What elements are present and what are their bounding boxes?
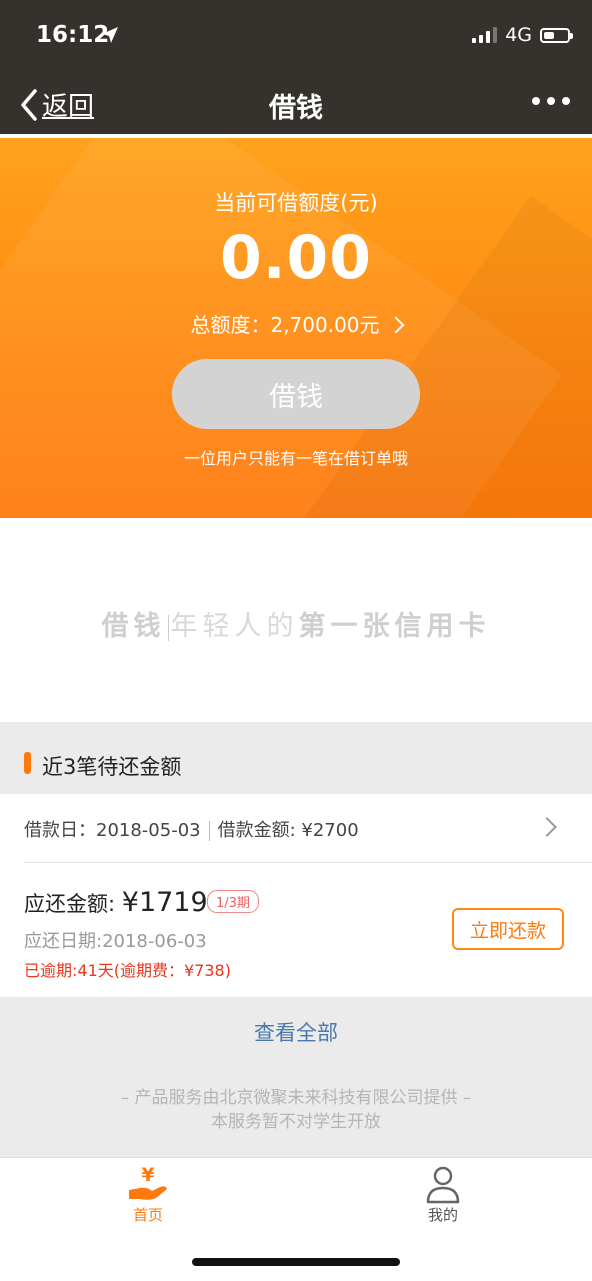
status-time: 16:12 (36, 22, 110, 48)
network-type: 4G (505, 24, 532, 46)
top-bar: 16:12 4G 返回 借钱 (0, 0, 592, 134)
loan-date: 借款日：2018-05-03 (24, 820, 201, 841)
provider-notice: – 产品服务由北京微聚未来科技有限公司提供 – (120, 1088, 472, 1108)
total-credit-link[interactable]: 总额度：2,700.00元 (0, 309, 592, 338)
tab-home[interactable]: ¥ 首页 (88, 1164, 208, 1225)
row-divider (208, 821, 210, 841)
student-notice: 本服务暂不对学生开放 (211, 1112, 381, 1132)
footer-area: 查看全部 – 产品服务由北京微聚未来科技有限公司提供 – 本服务暂不对学生开放 (0, 997, 592, 1157)
due-amount-line: 应还金额: ¥1719 (24, 887, 208, 918)
repay-now-button[interactable]: 立即还款 (452, 908, 564, 950)
tab-me[interactable]: 我的 (383, 1164, 503, 1225)
borrow-button[interactable]: 借钱 (172, 359, 420, 429)
location-arrow-icon (102, 27, 118, 43)
slogan-brand: 借钱 (101, 611, 166, 642)
status-indicators: 4G (472, 24, 573, 46)
page-title: 借钱 (269, 93, 323, 124)
overdue-status: 已逾期:41天(逾期费：¥738) (24, 961, 231, 980)
more-dot-icon (532, 97, 540, 105)
slogan-part2: 第一张信用卡 (298, 611, 491, 642)
pending-section-header: 近3笔待还金额 (0, 722, 592, 794)
yen-hand-icon: ¥ (129, 1164, 167, 1200)
chevron-right-icon (387, 316, 405, 333)
repayment-item: 应还金额: ¥1719 1/3期 应还日期:2018-06-03 已逾期:41天… (0, 863, 592, 997)
battery-icon (540, 27, 573, 43)
svg-text:¥: ¥ (141, 1164, 154, 1186)
single-order-note: 一位用户只能有一笔在借订单哦 (183, 449, 408, 468)
section-title: 近3笔待还金额 (42, 755, 182, 779)
loan-summary-text: 借款日：2018-05-03 借款金额: ¥2700 (24, 816, 359, 842)
battery-level-fill (544, 31, 554, 39)
signal-icon (472, 27, 498, 43)
more-dot-icon (547, 97, 555, 105)
available-credit-amount: 0.00 (219, 223, 373, 293)
chevron-right-icon (537, 817, 557, 837)
due-amount-value: ¥1719 (121, 887, 208, 918)
due-date: 应还日期:2018-06-03 (24, 931, 207, 952)
credit-hero-panel: 当前可借额度(元) 0.00 总额度：2,700.00元 借钱 一位用户只能有一… (0, 138, 592, 518)
tab-me-label: 我的 (427, 1206, 458, 1224)
more-dot-icon (562, 97, 570, 105)
tab-home-label: 首页 (132, 1206, 163, 1224)
loan-summary-row[interactable]: 借款日：2018-05-03 借款金额: ¥2700 (0, 794, 592, 862)
installment-badge: 1/3期 (207, 890, 259, 913)
user-icon (426, 1166, 460, 1204)
loan-amount: 借款金额: ¥2700 (217, 820, 359, 841)
home-indicator (192, 1258, 400, 1266)
view-all-link[interactable]: 查看全部 (0, 1017, 592, 1047)
slogan-part1: 年轻人的 (170, 611, 299, 642)
due-amount-label: 应还金额: (24, 892, 122, 916)
available-credit-label: 当前可借额度(元) (214, 191, 378, 215)
slogan-divider (167, 614, 169, 641)
section-accent-bar (24, 752, 31, 774)
slogan: 借钱 年轻人的第一张信用卡 (0, 604, 592, 643)
more-menu-button[interactable] (532, 97, 570, 105)
total-credit-text: 总额度：2,700.00元 (190, 313, 380, 337)
